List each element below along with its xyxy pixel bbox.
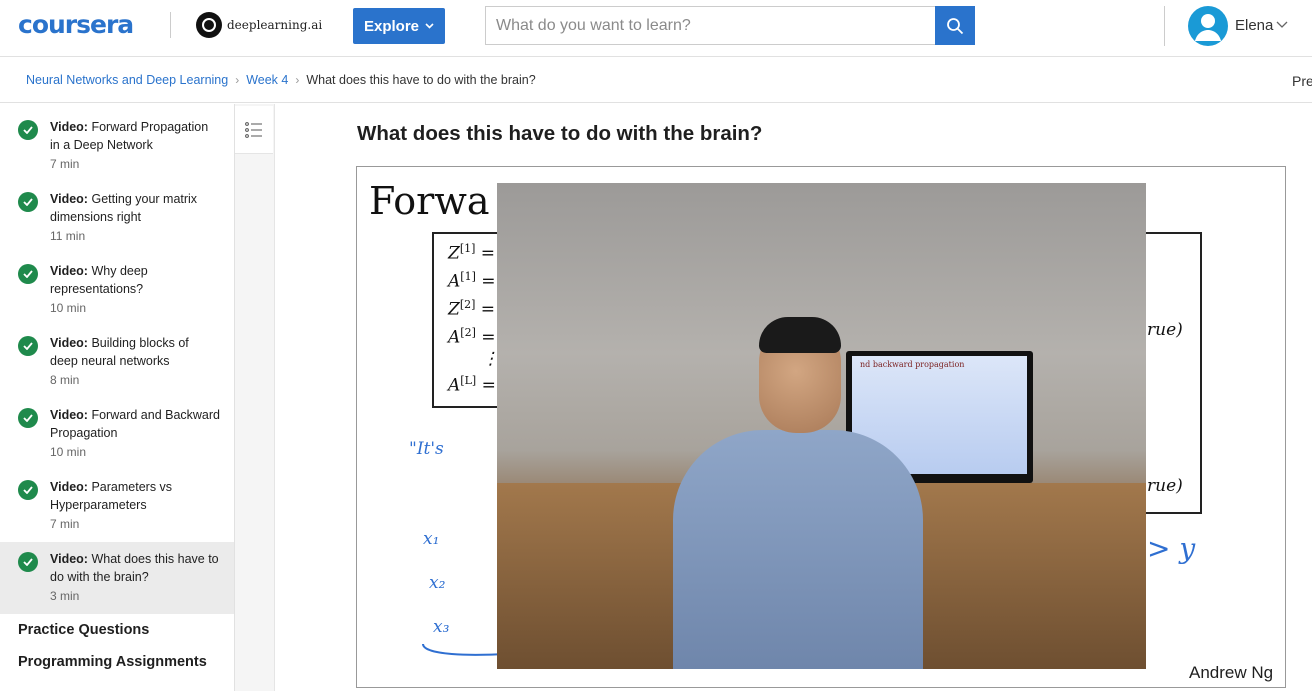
- breadcrumb-course[interactable]: Neural Networks and Deep Learning: [26, 73, 228, 87]
- sidebar-item-duration: 3 min: [50, 589, 80, 603]
- equation-z2: Z[2] =: [448, 298, 496, 320]
- user-name[interactable]: Elena: [1235, 17, 1273, 34]
- chevron-right-icon: ›: [295, 72, 300, 87]
- sidebar-item-label: Video: Building blocks of deep neural ne…: [50, 336, 189, 368]
- handwriting-x1: x₁: [423, 529, 440, 549]
- presenter-body: [673, 430, 923, 669]
- check-circle-icon: [18, 120, 38, 140]
- search-input[interactable]: [485, 6, 935, 45]
- breadcrumb-week[interactable]: Week 4: [246, 73, 288, 87]
- coursera-logo[interactable]: coursera: [18, 10, 134, 39]
- sidebar-item-duration: 10 min: [50, 301, 87, 315]
- check-circle-icon: [18, 480, 38, 500]
- equation-z1: Z[1] =: [448, 242, 496, 264]
- slide-credit: Andrew Ng: [1189, 663, 1274, 682]
- breadcrumb-current: What does this have to do with the brain…: [306, 72, 536, 87]
- chevron-right-icon: ›: [235, 72, 240, 87]
- sidebar-item-duration: 11 min: [50, 229, 86, 243]
- page-title: What does this have to do with the brain…: [357, 122, 763, 145]
- explore-button[interactable]: Explore: [353, 8, 445, 44]
- header-divider-right: [1164, 6, 1165, 46]
- presenter-hair: [759, 317, 841, 353]
- outline-panel: [235, 104, 275, 691]
- sidebar-item-deep-representations[interactable]: Video: Why deep representations? 10 min: [0, 258, 234, 330]
- equation-al: A[L] =: [448, 374, 496, 396]
- header-divider: [170, 12, 171, 38]
- sidebar-item-forward-backward[interactable]: Video: Forward and Backward Propagation …: [0, 402, 234, 474]
- lesson-sidebar: Video: Forward Propagation in a Deep Net…: [0, 104, 235, 691]
- sidebar-item-label: Video: Getting your matrix dimensions ri…: [50, 192, 198, 224]
- section-practice-questions[interactable]: Practice Questions: [18, 622, 149, 638]
- check-circle-icon: [18, 264, 38, 284]
- section-programming-assignments[interactable]: Programming Assignments: [18, 654, 207, 670]
- sidebar-item-hyperparameters[interactable]: Video: Parameters vs Hyperparameters 7 m…: [0, 474, 234, 546]
- sidebar-item-building-blocks[interactable]: Video: Building blocks of deep neural ne…: [0, 330, 234, 402]
- sidebar-item-brain[interactable]: Video: What does this have to do with th…: [0, 542, 234, 614]
- handwriting-quote: "It's: [409, 439, 444, 459]
- presenter-video-frame: nd backward propagation: [497, 183, 1146, 669]
- check-circle-icon: [18, 408, 38, 428]
- sidebar-item-label: Video: What does this have to do with th…: [50, 552, 219, 584]
- handwriting-y: > y: [1147, 532, 1196, 565]
- sidebar-item-duration: 8 min: [50, 373, 80, 387]
- sidebar-item-forward-propagation[interactable]: Video: Forward Propagation in a Deep Net…: [0, 114, 234, 186]
- sidebar-item-duration: 7 min: [50, 157, 80, 171]
- deeplearning-logo[interactable]: deeplearning.ai: [196, 12, 322, 38]
- chevron-down-icon[interactable]: [1276, 17, 1288, 31]
- deeplearning-mark-icon: [196, 12, 222, 38]
- list-icon: [245, 121, 262, 138]
- equation-right-bottom: rue): [1147, 476, 1183, 496]
- explore-label: Explore: [363, 17, 420, 35]
- sidebar-item-label: Video: Forward and Backward Propagation: [50, 408, 220, 440]
- equation-right-top: rue): [1147, 320, 1183, 340]
- outline-toggle-button[interactable]: [235, 106, 273, 154]
- sidebar-item-matrix-dimensions[interactable]: Video: Getting your matrix dimensions ri…: [0, 186, 234, 258]
- sidebar-item-label: Video: Parameters vs Hyperparameters: [50, 480, 173, 512]
- video-player[interactable]: Forwa Z[1] = A[1] = Z[2] = A[2] = ⋮ A[L]…: [356, 166, 1286, 688]
- deeplearning-logo-text: deeplearning.ai: [227, 18, 323, 32]
- search-icon: [947, 17, 964, 34]
- previous-button[interactable]: Pre: [1292, 73, 1312, 89]
- equation-a2: A[2] =: [448, 326, 496, 348]
- check-circle-icon: [18, 192, 38, 212]
- sidebar-item-duration: 7 min: [50, 517, 80, 531]
- sidebar-item-label: Video: Forward Propagation in a Deep Net…: [50, 120, 209, 152]
- chevron-down-icon: [425, 23, 434, 29]
- sidebar-item-label: Video: Why deep representations?: [50, 264, 148, 296]
- monitor-screen-text: nd backward propagation: [860, 360, 965, 369]
- user-icon: [1195, 14, 1221, 41]
- check-circle-icon: [18, 552, 38, 572]
- search-button[interactable]: [935, 6, 975, 45]
- equation-a1: A[1] =: [448, 270, 496, 292]
- top-header: coursera deeplearning.ai Explore Elena: [0, 0, 1312, 57]
- handwriting-x2: x₂: [429, 573, 446, 593]
- avatar[interactable]: [1188, 6, 1228, 46]
- check-circle-icon: [18, 336, 38, 356]
- breadcrumb: Neural Networks and Deep Learning › Week…: [0, 57, 1312, 103]
- slide-title: Forwa: [369, 179, 490, 223]
- sidebar-item-duration: 10 min: [50, 445, 87, 459]
